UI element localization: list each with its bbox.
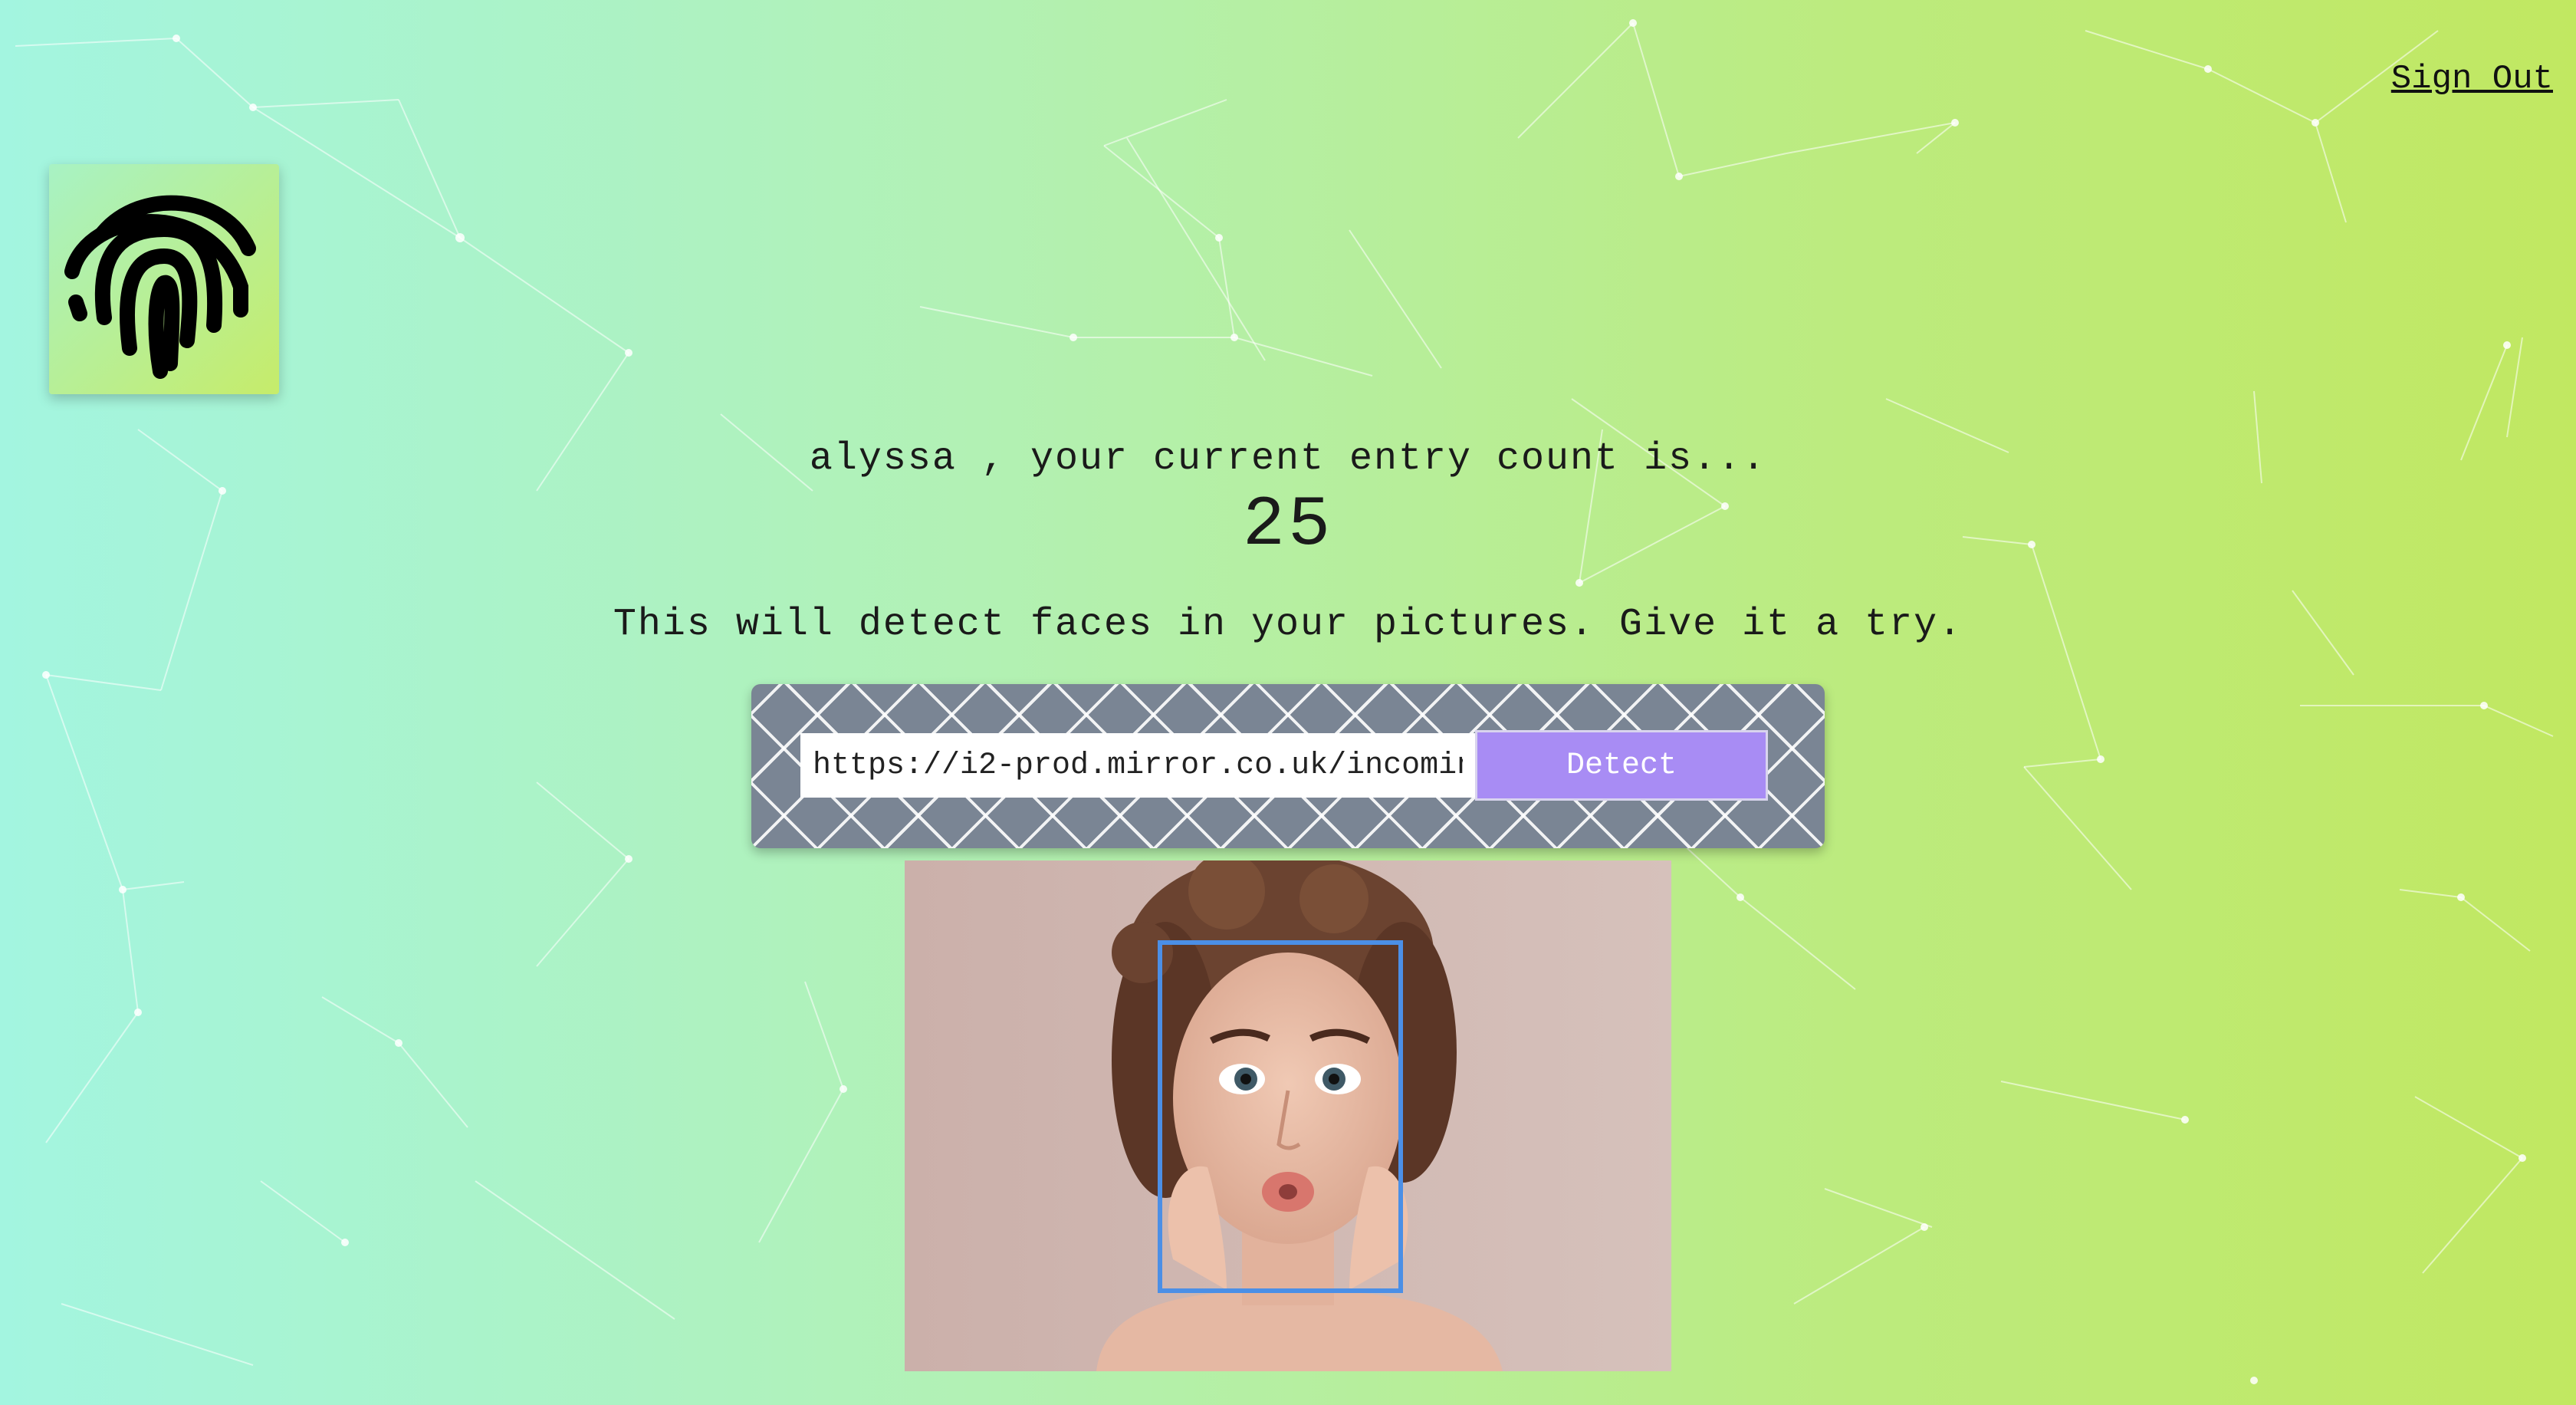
sign-out-link[interactable]: Sign Out: [2391, 60, 2553, 98]
tagline: This will detect faces in your pictures.…: [613, 603, 1963, 647]
entry-count-greeting: alyssa , your current entry count is...: [0, 437, 2576, 481]
fingerprint-icon: [64, 195, 256, 379]
detected-image: [905, 860, 1671, 1371]
detect-button[interactable]: Detect: [1475, 730, 1768, 801]
user-name: alyssa: [809, 437, 957, 481]
entry-count: 25: [1242, 485, 1334, 565]
app-logo[interactable]: [49, 164, 279, 394]
greeting-text: , your current entry count is...: [981, 437, 1767, 481]
face-bounding-box: [1158, 940, 1403, 1293]
image-url-form: Detect: [751, 684, 1825, 848]
image-url-input[interactable]: [800, 733, 1475, 798]
